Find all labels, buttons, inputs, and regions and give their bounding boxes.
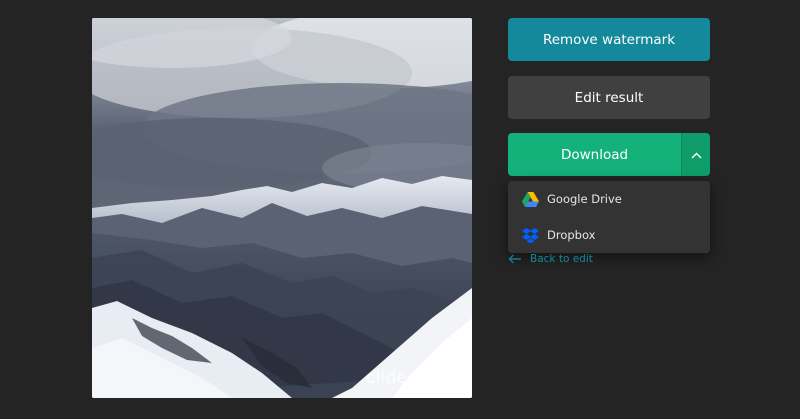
arrow-left-icon bbox=[508, 254, 522, 264]
menu-item-dropbox[interactable]: Dropbox bbox=[508, 217, 710, 253]
google-drive-icon bbox=[521, 190, 539, 208]
result-page: clideo.com Remove watermark Edit result … bbox=[0, 0, 800, 419]
back-to-edit-link[interactable]: Back to edit bbox=[508, 251, 593, 267]
menu-item-google-drive[interactable]: Google Drive bbox=[508, 181, 710, 217]
dropbox-icon bbox=[521, 226, 539, 244]
result-preview-image: clideo.com bbox=[92, 18, 472, 398]
menu-item-label: Dropbox bbox=[547, 228, 596, 242]
download-options-toggle[interactable] bbox=[681, 133, 710, 176]
download-button[interactable]: Download bbox=[508, 133, 681, 176]
edit-result-button[interactable]: Edit result bbox=[508, 76, 710, 119]
menu-item-label: Google Drive bbox=[547, 192, 622, 206]
remove-watermark-button[interactable]: Remove watermark bbox=[508, 18, 710, 61]
download-split-button: Download bbox=[508, 133, 710, 176]
mountain-photo bbox=[92, 18, 472, 398]
back-to-edit-label: Back to edit bbox=[530, 253, 593, 265]
chevron-up-icon bbox=[691, 147, 702, 162]
watermark-text: clideo.com bbox=[366, 368, 460, 388]
download-destination-menu: Google Drive Dropbox bbox=[508, 181, 710, 253]
